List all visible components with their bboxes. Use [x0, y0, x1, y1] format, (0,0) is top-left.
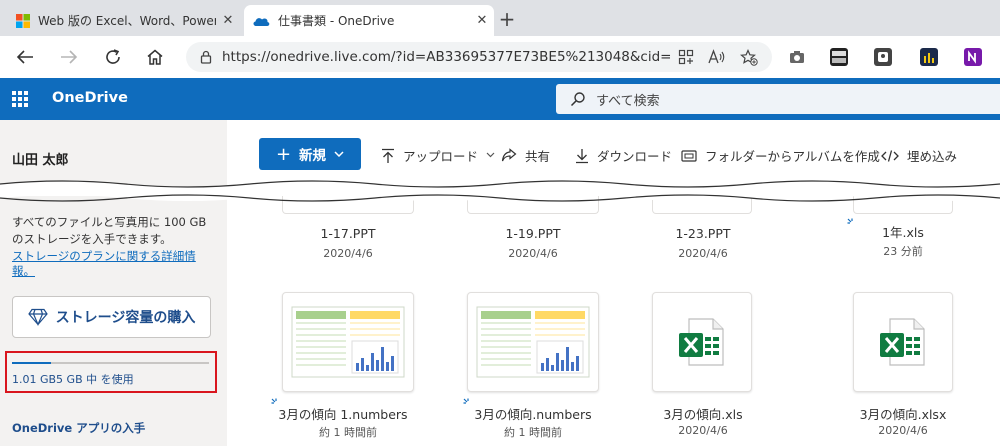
close-icon[interactable]: ✕ [216, 13, 240, 28]
excel-file-icon [679, 318, 724, 366]
new-button-label: 新規 [299, 148, 327, 164]
file-date: 2020/4/6 [678, 424, 728, 437]
plus-icon: + [275, 143, 292, 165]
embed-code-icon [881, 149, 899, 163]
upload-button[interactable]: アップロード [381, 146, 495, 165]
address-bar[interactable]: https://onedrive.live.com/?id=AB33695377… [186, 42, 772, 72]
user-name[interactable]: 山田 太郎 [12, 149, 69, 168]
lock-icon [200, 50, 212, 64]
buy-storage-button[interactable]: ストレージ容量の購入 [12, 296, 211, 338]
file-card[interactable] [652, 292, 752, 392]
file-name[interactable]: 3月の傾向.numbers [453, 404, 613, 423]
share-button[interactable]: 共有 [501, 146, 550, 165]
file-card[interactable] [282, 292, 414, 392]
sidebar-header: 山田 太郎 [0, 120, 227, 188]
file-date: 約 1 時間前 [504, 426, 562, 439]
microsoft-logo-icon [16, 13, 30, 28]
profile-extension-icon[interactable] [874, 48, 892, 66]
storage-usage-text: 1.01 GB5 GB 中 を使用 [12, 373, 134, 386]
onenote-icon[interactable] [964, 48, 982, 66]
upload-icon [381, 148, 395, 164]
app-available-icon[interactable] [678, 49, 694, 65]
file-name[interactable]: 3月の傾向 1.numbers [263, 404, 423, 423]
chevron-down-icon [486, 151, 495, 161]
forward-arrow-icon[interactable] [56, 44, 82, 70]
onedrive-brand[interactable]: OneDrive [52, 90, 128, 106]
home-icon[interactable] [142, 44, 168, 70]
new-tab-button[interactable]: + [494, 6, 520, 32]
download-button[interactable]: ダウンロード [575, 146, 672, 165]
file-date: 2020/4/6 [878, 424, 928, 437]
upload-label: アップロード [403, 149, 479, 164]
browser-toolbar: https://onedrive.live.com/?id=AB33695377… [0, 36, 1000, 78]
chevron-down-icon [334, 149, 344, 160]
excel-file-icon [880, 318, 925, 366]
add-favorite-icon[interactable] [740, 48, 758, 66]
storage-usage-fill [12, 362, 52, 364]
search-box[interactable]: すべて検索 [556, 84, 1000, 114]
browser-tab-office[interactable]: Web 版の Excel、Word、PowerPoi ✕ [8, 5, 240, 36]
tab-title: Web 版の Excel、Word、PowerPoi [38, 14, 216, 28]
camera-icon[interactable] [788, 48, 806, 66]
close-icon[interactable]: ✕ [470, 13, 494, 28]
file-card[interactable] [853, 292, 953, 392]
search-placeholder: すべて検索 [596, 93, 660, 109]
file-name[interactable]: 1年.xls [837, 222, 969, 241]
file-date: 2020/4/6 [678, 247, 728, 260]
file-grid: 1-17.PPT 2020/4/6 1-19.PPT 2020/4/6 1-23… [227, 196, 1000, 446]
download-icon [575, 148, 589, 164]
browser-tab-strip: Web 版の Excel、Word、PowerPoi ✕ 仕事書類 - OneD… [0, 0, 1000, 36]
file-date: 2020/4/6 [323, 247, 373, 260]
command-bar: + 新規 アップロード 共有 ダウンロード フォルダーからアルバムを作成 埋め込… [227, 120, 1000, 188]
new-button[interactable]: + 新規 [259, 138, 361, 170]
album-icon [681, 149, 697, 163]
download-label: ダウンロード [597, 149, 673, 164]
onedrive-cloud-icon [252, 15, 270, 27]
file-date: 2020/4/6 [508, 247, 558, 260]
back-arrow-icon[interactable] [12, 44, 38, 70]
create-album-label: フォルダーからアルバムを作成 [705, 149, 880, 164]
share-icon [501, 148, 517, 163]
tab-title: 仕事書類 - OneDrive [278, 14, 395, 28]
storage-usage-bar [12, 362, 209, 364]
analytics-extension-icon[interactable] [920, 48, 938, 66]
file-name[interactable]: 3月の傾向.xlsx [837, 404, 969, 423]
app-launcher-icon[interactable] [12, 91, 28, 107]
screenshot-break-divider [0, 180, 1000, 202]
spreadsheet-thumbnail [476, 306, 590, 378]
file-name[interactable]: 1-19.PPT [467, 226, 599, 241]
sidebar-storage-panel: すべてのファイルと写真用に 100 GB のストレージを入手できます。 ストレー… [0, 196, 227, 446]
file-name[interactable]: 1-23.PPT [637, 226, 769, 241]
news-extension-icon[interactable] [830, 48, 848, 66]
refresh-icon[interactable] [100, 44, 126, 70]
file-name[interactable]: 1-17.PPT [282, 226, 414, 241]
get-app-link[interactable]: OneDrive アプリの入手 [12, 420, 145, 436]
search-icon [570, 91, 586, 107]
onedrive-header: OneDrive すべて検索 [0, 78, 1000, 120]
file-card[interactable] [467, 292, 599, 392]
share-label: 共有 [525, 149, 551, 164]
embed-label: 埋め込み [907, 149, 958, 164]
embed-button[interactable]: 埋め込み [881, 146, 957, 165]
browser-tab-onedrive[interactable]: 仕事書類 - OneDrive ✕ [244, 5, 494, 36]
diamond-icon [27, 308, 48, 326]
file-name[interactable]: 3月の傾向.xls [637, 404, 769, 423]
spreadsheet-thumbnail [291, 306, 405, 378]
url-text: https://onedrive.live.com/?id=AB33695377… [222, 49, 671, 65]
file-date: 23 分前 [883, 245, 923, 258]
read-aloud-icon[interactable] [708, 49, 726, 65]
storage-offer-text: すべてのファイルと写真用に 100 GB のストレージを入手できます。 [12, 215, 207, 246]
create-album-button[interactable]: フォルダーからアルバムを作成 [681, 146, 880, 165]
buy-storage-label: ストレージ容量の購入 [55, 310, 196, 326]
storage-plan-link[interactable]: ストレージのプランに関する詳細情報。 [12, 249, 212, 279]
file-date: 約 1 時間前 [319, 426, 377, 439]
